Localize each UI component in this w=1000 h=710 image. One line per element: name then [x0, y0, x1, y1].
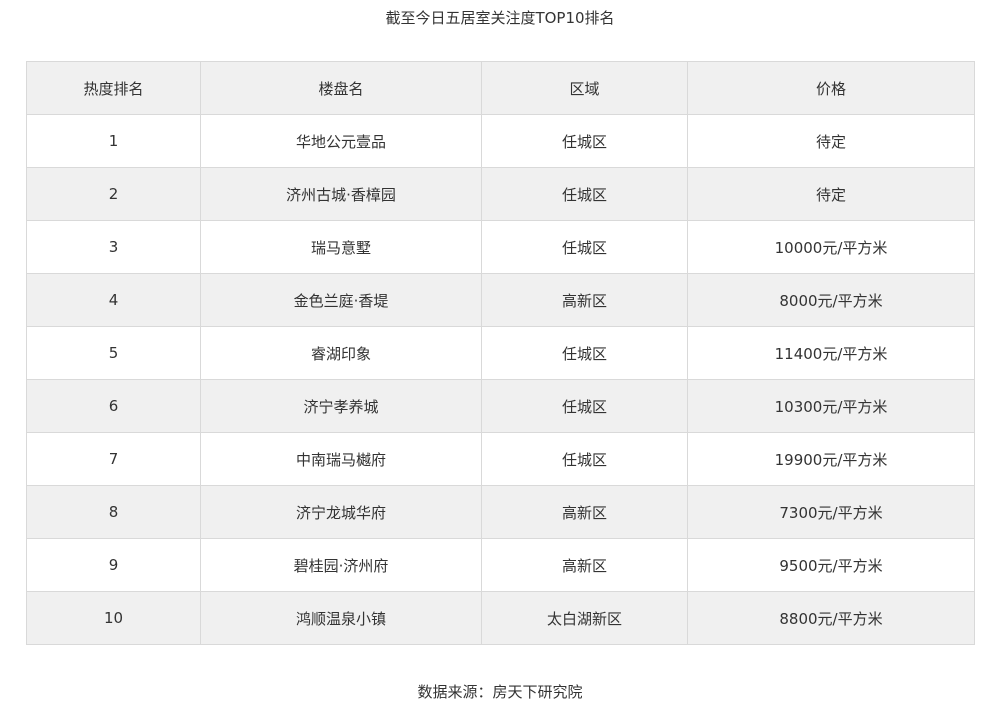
cell-district: 高新区 [481, 273, 688, 327]
cell-price: 待定 [687, 114, 975, 168]
cell-rank: 10 [26, 591, 201, 645]
table-row: 5 睿湖印象 任城区 11400元/平方米 [26, 326, 975, 380]
cell-name: 华地公元壹品 [200, 114, 482, 168]
ranking-table: 热度排名 楼盘名 区域 价格 1 华地公元壹品 任城区 待定 2 济州古城·香樟… [26, 61, 975, 645]
header-district: 区域 [481, 61, 688, 115]
cell-district: 任城区 [481, 220, 688, 274]
table-row: 1 华地公元壹品 任城区 待定 [26, 114, 975, 168]
cell-district: 高新区 [481, 538, 688, 592]
page-title: 截至今日五居室关注度TOP10排名 [385, 9, 615, 27]
cell-rank: 1 [26, 114, 201, 168]
cell-name: 济宁龙城华府 [200, 485, 482, 539]
header-name: 楼盘名 [200, 61, 482, 115]
cell-district: 任城区 [481, 326, 688, 380]
cell-price: 10300元/平方米 [687, 379, 975, 433]
cell-name: 中南瑞马樾府 [200, 432, 482, 486]
data-source-note: 数据来源：房天下研究院 [417, 683, 583, 701]
cell-name: 睿湖印象 [200, 326, 482, 380]
header-price: 价格 [687, 61, 975, 115]
cell-district: 高新区 [481, 485, 688, 539]
cell-name: 碧桂园·济州府 [200, 538, 482, 592]
cell-rank: 5 [26, 326, 201, 380]
cell-rank: 6 [26, 379, 201, 433]
cell-name: 金色兰庭·香堤 [200, 273, 482, 327]
cell-price: 8000元/平方米 [687, 273, 975, 327]
table-row: 9 碧桂园·济州府 高新区 9500元/平方米 [26, 538, 975, 592]
cell-name: 瑞马意墅 [200, 220, 482, 274]
cell-rank: 2 [26, 167, 201, 221]
cell-price: 7300元/平方米 [687, 485, 975, 539]
cell-name: 鸿顺温泉小镇 [200, 591, 482, 645]
cell-rank: 9 [26, 538, 201, 592]
cell-district: 太白湖新区 [481, 591, 688, 645]
table-row: 3 瑞马意墅 任城区 10000元/平方米 [26, 220, 975, 274]
cell-price: 9500元/平方米 [687, 538, 975, 592]
cell-price: 19900元/平方米 [687, 432, 975, 486]
cell-rank: 8 [26, 485, 201, 539]
cell-district: 任城区 [481, 379, 688, 433]
cell-district: 任城区 [481, 167, 688, 221]
table-row: 4 金色兰庭·香堤 高新区 8000元/平方米 [26, 273, 975, 327]
cell-rank: 4 [26, 273, 201, 327]
cell-price: 11400元/平方米 [687, 326, 975, 380]
cell-rank: 7 [26, 432, 201, 486]
cell-district: 任城区 [481, 114, 688, 168]
cell-price: 待定 [687, 167, 975, 221]
table-row: 10 鸿顺温泉小镇 太白湖新区 8800元/平方米 [26, 591, 975, 645]
header-rank: 热度排名 [26, 61, 201, 115]
table-header-row: 热度排名 楼盘名 区域 价格 [26, 61, 975, 115]
cell-price: 10000元/平方米 [687, 220, 975, 274]
cell-rank: 3 [26, 220, 201, 274]
table-row: 6 济宁孝养城 任城区 10300元/平方米 [26, 379, 975, 433]
table-row: 7 中南瑞马樾府 任城区 19900元/平方米 [26, 432, 975, 486]
cell-name: 济州古城·香樟园 [200, 167, 482, 221]
cell-name: 济宁孝养城 [200, 379, 482, 433]
cell-district: 任城区 [481, 432, 688, 486]
table-row: 2 济州古城·香樟园 任城区 待定 [26, 167, 975, 221]
cell-price: 8800元/平方米 [687, 591, 975, 645]
table-row: 8 济宁龙城华府 高新区 7300元/平方米 [26, 485, 975, 539]
